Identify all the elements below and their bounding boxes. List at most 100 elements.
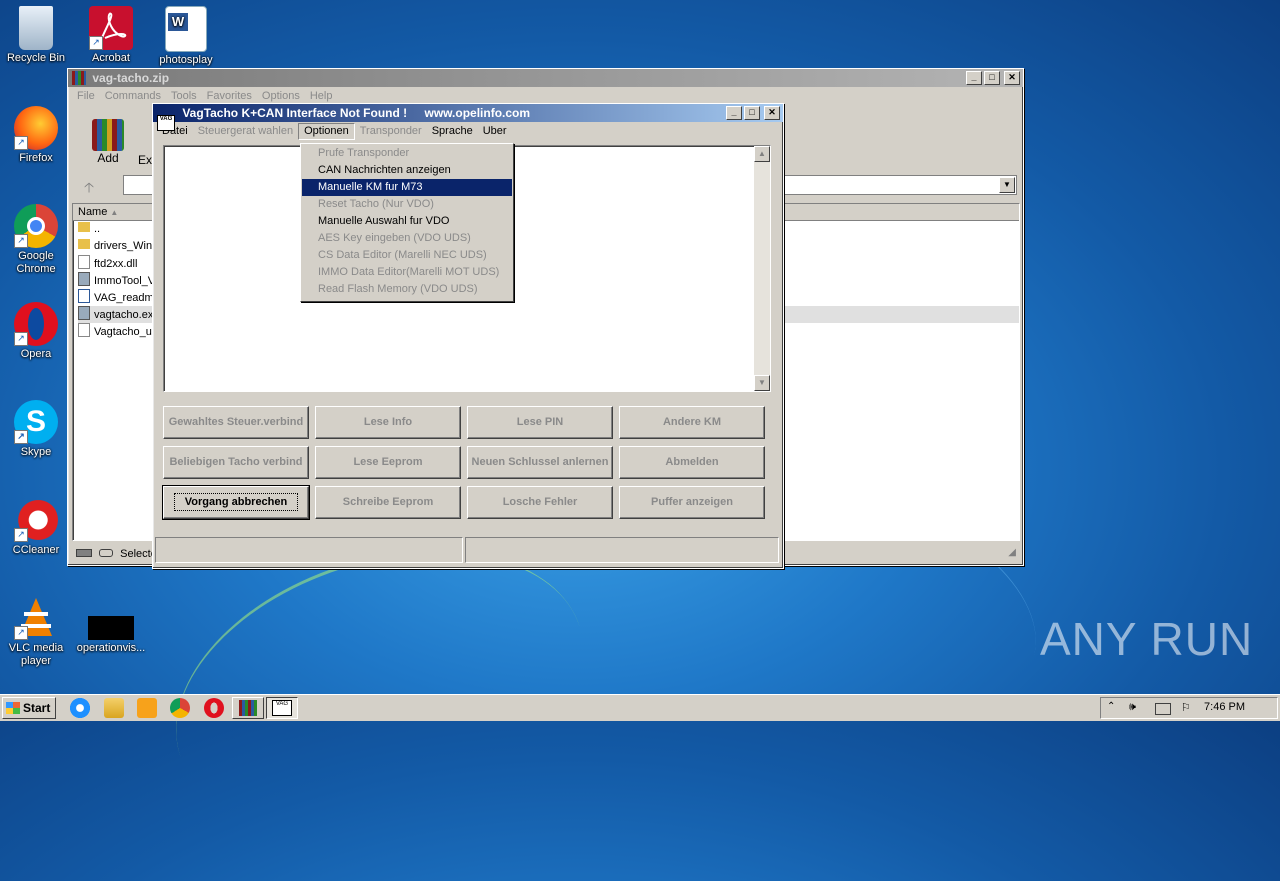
desktop-icon-acrobat[interactable]: ↗ Acrobat: [75, 6, 147, 65]
flag-icon[interactable]: ⚐: [1181, 701, 1191, 714]
desktop-icon-vlc[interactable]: ↗ VLC media player: [0, 596, 72, 668]
start-button[interactable]: Start: [2, 697, 56, 719]
winrar-toolbar-add[interactable]: Add: [86, 119, 130, 165]
desktop-icon-recycle-bin[interactable]: Recycle Bin: [0, 6, 72, 65]
vag-app-icon: VAG: [157, 115, 175, 131]
desktop-icon-label: Recycle Bin: [6, 52, 66, 64]
file-name: ..: [94, 223, 101, 235]
vagtacho-taskbar-button[interactable]: VAG: [266, 697, 298, 719]
desktop-icon-ccleaner[interactable]: ↗ CCleaner: [0, 498, 72, 557]
chrome-taskbar-icon[interactable]: [170, 698, 190, 718]
recycle-bin-icon: [19, 6, 53, 50]
add-label: Add: [97, 151, 119, 165]
menu-item-prufe-transponder[interactable]: Prufe Transponder: [302, 145, 512, 162]
neuen-schlussel-anlernen-button[interactable]: Neuen Schlussel anlernen: [467, 446, 613, 479]
exe-file-icon: [78, 272, 90, 286]
desktop-icon-chrome[interactable]: ↗ Google Chrome: [0, 204, 72, 276]
ccleaner-icon: ↗: [14, 498, 58, 542]
folder-up-icon: [78, 222, 90, 232]
desktop-icon-photosplay[interactable]: W photosplay: [150, 6, 222, 67]
status-panel-1: [155, 537, 463, 563]
desktop-icon-label: Opera: [20, 348, 52, 360]
losche-fehler-button[interactable]: Losche Fehler: [467, 486, 613, 519]
menu-item-reset-tacho[interactable]: Reset Tacho (Nur VDO): [302, 196, 512, 213]
desktop-icon-opera[interactable]: ↗ Opera: [0, 302, 72, 361]
explorer-icon[interactable]: [104, 698, 124, 718]
drive-icon: [76, 549, 92, 557]
menu-sprache[interactable]: Sprache: [427, 122, 478, 140]
minimize-button[interactable]: _: [726, 106, 742, 120]
dll-file-icon: [78, 255, 90, 269]
maximize-button[interactable]: □: [984, 71, 1000, 85]
file-thumbnail-icon: [88, 616, 134, 640]
menu-steuergerat-wahlen[interactable]: Steuergerat wahlen: [193, 122, 298, 140]
close-button[interactable]: ✕: [764, 106, 780, 120]
chrome-icon: ↗: [14, 204, 58, 248]
menu-item-cs-data-editor[interactable]: CS Data Editor (Marelli NEC UDS): [302, 247, 512, 264]
andere-km-button[interactable]: Andere KM: [619, 406, 765, 439]
maximize-button[interactable]: □: [744, 106, 760, 120]
resize-grip-icon[interactable]: ◢: [1008, 544, 1016, 562]
winrar-toolbar-extract[interactable]: Ex: [138, 153, 152, 167]
vorgang-abbrechen-label: Vorgang abbrechen: [173, 493, 299, 511]
schreibe-eeprom-button[interactable]: Schreibe Eeprom: [315, 486, 461, 519]
system-tray: ⌃ 🕪 ⚐ 7:46 PM: [1100, 697, 1278, 719]
windows-logo-icon: [6, 702, 20, 714]
network-icon[interactable]: [1155, 703, 1171, 715]
add-archive-icon: [92, 119, 124, 151]
file-name: ImmoTool_V: [94, 275, 156, 287]
clock[interactable]: 7:46 PM: [1204, 701, 1245, 713]
desktop-icon-label: CCleaner: [12, 544, 60, 556]
menu-item-immo-data-editor[interactable]: IMMO Data Editor(Marelli MOT UDS): [302, 264, 512, 281]
opera-taskbar-icon[interactable]: [204, 698, 224, 718]
desktop-icon-label: VLC media player: [8, 642, 64, 667]
acrobat-icon: ↗: [89, 6, 133, 50]
winrar-taskbar-button[interactable]: [232, 697, 264, 719]
winrar-up-button[interactable]: 🡡: [84, 177, 94, 201]
lese-pin-button[interactable]: Lese PIN: [467, 406, 613, 439]
word-doc-icon: W: [165, 6, 207, 52]
file-name: vagtacho.ex: [94, 309, 154, 321]
menu-item-read-flash-memory[interactable]: Read Flash Memory (VDO UDS): [302, 281, 512, 298]
vagtacho-titlebar[interactable]: VAG VagTacho K+CAN Interface Not Found !…: [153, 104, 783, 131]
ie-icon[interactable]: [70, 698, 90, 718]
vorgang-abbrechen-button[interactable]: Vorgang abbrechen: [162, 485, 310, 520]
anyrun-watermark: ANY RUN: [1040, 613, 1254, 665]
desktop-icon-skype[interactable]: S ↗ Skype: [0, 400, 72, 459]
menu-optionen[interactable]: Optionen: [298, 122, 355, 140]
desktop-icon-label: Skype: [20, 446, 52, 458]
menu-item-manuelle-km-m73[interactable]: Manuelle KM fur M73: [302, 179, 512, 196]
menu-item-can-nachrichten[interactable]: CAN Nachrichten anzeigen: [302, 162, 512, 179]
winrar-titlebar[interactable]: vag-tacho.zip _ □ ✕: [68, 69, 1023, 87]
column-name-label: Name: [78, 206, 108, 218]
column-header-name[interactable]: Name ▲: [73, 204, 152, 221]
tray-expand-icon[interactable]: ⌃: [1107, 701, 1115, 712]
winrar-title: vag-tacho.zip: [92, 71, 170, 85]
puffer-anzeigen-button[interactable]: Puffer anzeigen: [619, 486, 765, 519]
beliebigen-tacho-verbind-button[interactable]: Beliebigen Tacho verbind: [163, 446, 309, 479]
media-player-icon[interactable]: [137, 698, 157, 718]
column-header-rest: [783, 204, 1019, 221]
message-scrollbar[interactable]: ▲ ▼: [754, 146, 770, 391]
lese-info-button[interactable]: Lese Info: [315, 406, 461, 439]
file-name: VAG_readme: [94, 292, 160, 304]
menu-item-manuelle-auswahl-vdo[interactable]: Manuelle Auswahl fur VDO: [302, 213, 512, 230]
desktop-icon-firefox[interactable]: ↗ Firefox: [0, 106, 72, 165]
menu-uber[interactable]: Uber: [478, 122, 512, 140]
desktop-icon-label: Google Chrome: [16, 250, 56, 275]
lese-eeprom-button[interactable]: Lese Eeprom: [315, 446, 461, 479]
menu-transponder[interactable]: Transponder: [355, 122, 427, 140]
menu-item-aes-key[interactable]: AES Key eingeben (VDO UDS): [302, 230, 512, 247]
menu-file[interactable]: File: [72, 87, 100, 105]
scroll-up-arrow[interactable]: ▲: [754, 146, 770, 162]
volume-icon[interactable]: 🕪: [1129, 701, 1136, 714]
abmelden-button[interactable]: Abmelden: [619, 446, 765, 479]
scroll-down-arrow[interactable]: ▼: [754, 375, 770, 391]
path-dropdown-arrow[interactable]: ▼: [999, 177, 1015, 193]
gewahltes-steuer-verbind-button[interactable]: Gewahltes Steuer.verbind: [163, 406, 309, 439]
desktop-icon-operationvis[interactable]: operationvis...: [75, 596, 147, 655]
close-button[interactable]: ✕: [1004, 71, 1020, 85]
opera-icon: ↗: [14, 302, 58, 346]
minimize-button[interactable]: _: [966, 71, 982, 85]
winrar-task-icon: [239, 700, 257, 716]
